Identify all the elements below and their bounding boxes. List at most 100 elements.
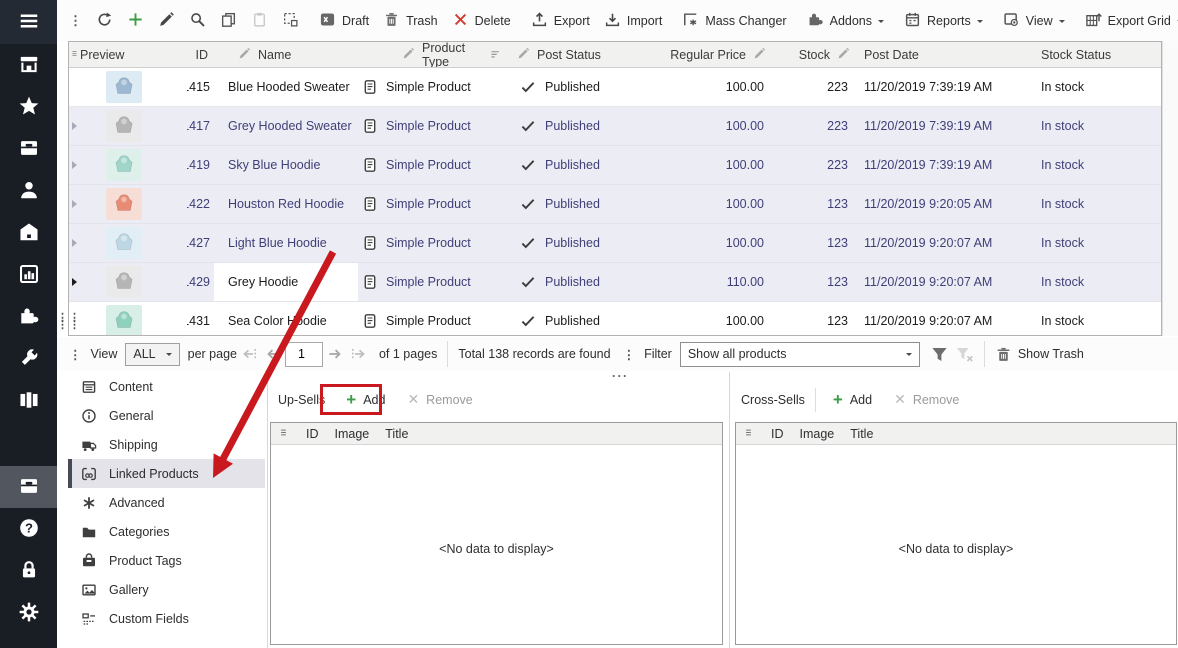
tab-custom-fields[interactable]: Custom Fields bbox=[68, 604, 265, 633]
upsells-col-image[interactable]: Image bbox=[335, 427, 370, 441]
stock-cell[interactable]: 123 bbox=[780, 302, 860, 336]
sidebar-item-security[interactable] bbox=[0, 550, 57, 592]
product-row-1429[interactable]: 1429Grey HoodieSimple ProductPublished11… bbox=[69, 263, 1161, 302]
date-cell[interactable]: 11/20/2019 7:39:19 AM bbox=[860, 146, 1037, 184]
name-cell[interactable]: Blue Hooded Sweater bbox=[214, 68, 358, 106]
type-cell[interactable]: Simple Product bbox=[358, 185, 506, 223]
import-button[interactable]: Import bbox=[597, 6, 669, 36]
stock-cell[interactable]: 223 bbox=[780, 107, 860, 145]
upsells-col-title[interactable]: Title bbox=[385, 427, 408, 441]
sidebar-item-reports[interactable] bbox=[0, 254, 57, 296]
sidebar-item-store[interactable] bbox=[0, 44, 57, 86]
product-row-1415[interactable]: 1415Blue Hooded SweaterSimple ProductPub… bbox=[69, 68, 1161, 107]
tab-general[interactable]: General bbox=[68, 401, 265, 430]
crosssells-col-title[interactable]: Title bbox=[850, 427, 873, 441]
trash-button[interactable]: Trash bbox=[376, 6, 445, 36]
stock-status-cell[interactable]: In stock bbox=[1037, 185, 1162, 223]
sidebar-item-products[interactable] bbox=[0, 128, 57, 170]
preview-cell[interactable] bbox=[80, 107, 187, 145]
type-cell[interactable]: Simple Product bbox=[358, 146, 506, 184]
column-header-type[interactable]: Product Type bbox=[358, 42, 506, 67]
sidebar-item-settings[interactable] bbox=[0, 592, 57, 634]
price-cell[interactable]: 100.00 bbox=[646, 302, 780, 336]
type-cell[interactable]: Simple Product bbox=[358, 263, 506, 301]
stock-cell[interactable]: 223 bbox=[780, 146, 860, 184]
status-cell[interactable]: Published bbox=[506, 263, 646, 301]
preview-cell[interactable] bbox=[80, 146, 187, 184]
tab-product-tags[interactable]: Product Tags bbox=[68, 546, 265, 575]
id-cell[interactable]: 1417 bbox=[187, 107, 214, 145]
tab-linked-products[interactable]: Linked Products bbox=[68, 459, 265, 488]
product-row-1427[interactable]: 1427Light Blue HoodieSimple ProductPubli… bbox=[69, 224, 1161, 263]
show-trash-label[interactable]: Show Trash bbox=[1018, 347, 1084, 361]
stock-cell[interactable]: 223 bbox=[780, 68, 860, 106]
column-header-stock[interactable]: Stock bbox=[780, 42, 860, 67]
grid-scrollbar[interactable] bbox=[1162, 41, 1178, 336]
sidebar-item-customers[interactable] bbox=[0, 170, 57, 212]
filter-grip[interactable]: ⋮ bbox=[623, 347, 637, 362]
sidebar-item-help[interactable]: ? bbox=[0, 508, 57, 550]
id-cell[interactable]: 1427 bbox=[187, 224, 214, 262]
tab-content[interactable]: Content bbox=[68, 372, 265, 401]
price-cell[interactable]: 100.00 bbox=[646, 107, 780, 145]
name-cell[interactable]: Houston Red Hoodie bbox=[214, 185, 358, 223]
preview-cell[interactable] bbox=[80, 263, 187, 301]
tab-gallery[interactable]: Gallery bbox=[68, 575, 265, 604]
preview-cell[interactable] bbox=[80, 185, 187, 223]
id-cell[interactable]: 1431 bbox=[187, 302, 214, 336]
price-cell[interactable]: 100.00 bbox=[646, 146, 780, 184]
select-region-button[interactable] bbox=[275, 6, 306, 36]
first-page-button[interactable] bbox=[240, 345, 258, 363]
add-product-button[interactable] bbox=[120, 6, 151, 36]
view-menu-button[interactable]: View bbox=[996, 6, 1072, 36]
pager-grip[interactable]: ⋮ bbox=[69, 347, 83, 362]
refresh-button[interactable] bbox=[89, 6, 120, 36]
type-cell[interactable]: Simple Product bbox=[358, 224, 506, 262]
stock-status-cell[interactable]: In stock bbox=[1037, 68, 1162, 106]
date-cell[interactable]: 11/20/2019 9:20:07 AM bbox=[860, 263, 1037, 301]
upsells-col-id[interactable]: ID bbox=[306, 427, 319, 441]
splitter-grip-horizontal[interactable]: ... bbox=[612, 366, 628, 380]
upsells-remove-button[interactable]: ✕ Remove bbox=[396, 385, 483, 414]
column-header-name[interactable]: Name bbox=[214, 42, 358, 67]
stock-cell[interactable]: 123 bbox=[780, 263, 860, 301]
status-cell[interactable]: Published bbox=[506, 224, 646, 262]
status-cell[interactable]: Published bbox=[506, 107, 646, 145]
reports-menu-button[interactable]: Reports bbox=[897, 6, 990, 36]
name-cell[interactable]: Sea Color Hoodie bbox=[214, 302, 358, 336]
search-button[interactable] bbox=[182, 6, 213, 36]
date-cell[interactable]: 11/20/2019 9:20:07 AM bbox=[860, 302, 1037, 336]
column-header-price[interactable]: Regular Price bbox=[646, 42, 780, 67]
status-cell[interactable]: Published bbox=[506, 185, 646, 223]
id-cell[interactable]: 1422 bbox=[187, 185, 214, 223]
date-cell[interactable]: 11/20/2019 7:39:19 AM bbox=[860, 107, 1037, 145]
hamburger-menu-button[interactable] bbox=[0, 0, 57, 44]
name-cell[interactable]: Grey Hoodie bbox=[214, 263, 358, 301]
crosssells-col-id[interactable]: ID bbox=[771, 427, 784, 441]
column-header-preview[interactable]: Preview bbox=[80, 42, 187, 67]
delete-button[interactable]: Delete bbox=[445, 6, 518, 36]
preview-cell[interactable] bbox=[80, 302, 187, 336]
name-cell[interactable]: Sky Blue Hoodie bbox=[214, 146, 358, 184]
crosssells-remove-button[interactable]: ✕ Remove bbox=[883, 385, 970, 414]
tab-advanced[interactable]: Advanced bbox=[68, 488, 265, 517]
status-cell[interactable]: Published bbox=[506, 146, 646, 184]
date-cell[interactable]: 11/20/2019 9:20:07 AM bbox=[860, 224, 1037, 262]
stock-status-cell[interactable]: In stock bbox=[1037, 224, 1162, 262]
date-cell[interactable]: 11/20/2019 7:39:19 AM bbox=[860, 68, 1037, 106]
addons-menu-button[interactable]: Addons bbox=[800, 6, 891, 36]
page-number-input[interactable] bbox=[285, 342, 323, 367]
product-row-1431[interactable]: 1431Sea Color HoodieSimple ProductPublis… bbox=[69, 302, 1161, 336]
clear-filter-icon[interactable] bbox=[955, 345, 974, 364]
tab-categories[interactable]: Categories bbox=[68, 517, 265, 546]
prev-page-button[interactable] bbox=[264, 345, 282, 363]
product-row-1419[interactable]: 1419Sky Blue HoodieSimple ProductPublish… bbox=[69, 146, 1161, 185]
last-page-button[interactable] bbox=[350, 345, 368, 363]
toolbar-grip[interactable]: ⋮ bbox=[69, 13, 83, 29]
sidebar-item-store-manager[interactable] bbox=[0, 466, 57, 508]
crosssells-add-button[interactable]: + Add bbox=[822, 385, 883, 414]
status-cell[interactable]: Published bbox=[506, 302, 646, 336]
copy-button[interactable] bbox=[213, 6, 244, 36]
price-cell[interactable]: 100.00 bbox=[646, 185, 780, 223]
draft-button[interactable]: Draft bbox=[312, 6, 376, 36]
